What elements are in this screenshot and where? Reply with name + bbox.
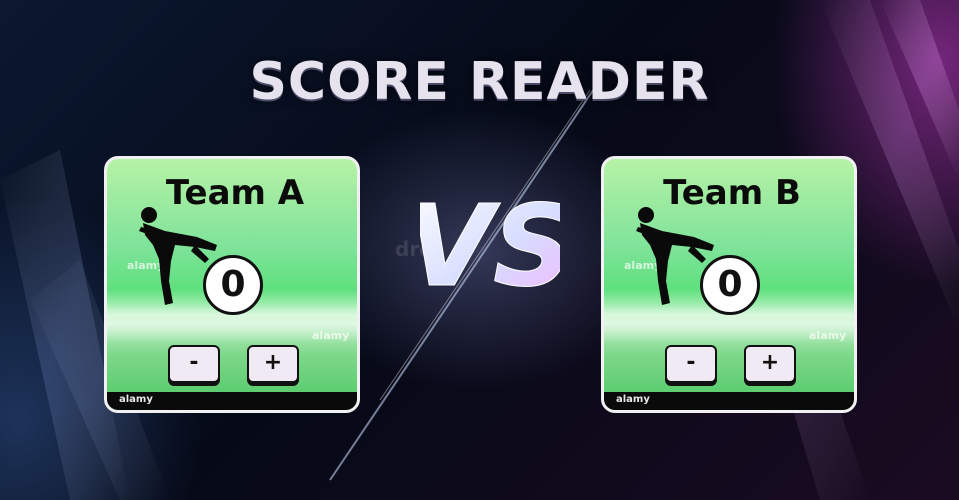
app-title: SCORE READER [249, 52, 710, 112]
versus-emblem: VS [420, 182, 560, 313]
team-card-b: alamy alamy Team B 0 - + alamy [601, 156, 857, 413]
score-display: 0 [700, 255, 760, 315]
image-watermark: alamy [809, 329, 847, 342]
vs-text: VS [420, 182, 560, 312]
footer-logo-text: alamy [616, 394, 650, 405]
image-watermark: alamy [312, 329, 350, 342]
footer-logo-text: alamy [119, 394, 153, 405]
decrement-score-button[interactable]: - [665, 345, 717, 383]
increment-score-button[interactable]: + [247, 345, 299, 383]
card-footer-bar: alamy [604, 392, 854, 410]
score-reader-app: SCORE READER dre VS alamy alamy Team A 0… [0, 0, 959, 500]
decrement-score-button[interactable]: - [168, 345, 220, 383]
increment-score-button[interactable]: + [744, 345, 796, 383]
card-footer-bar: alamy [107, 392, 357, 410]
score-display: 0 [203, 255, 263, 315]
team-card-a: alamy alamy Team A 0 - + alamy [104, 156, 360, 413]
